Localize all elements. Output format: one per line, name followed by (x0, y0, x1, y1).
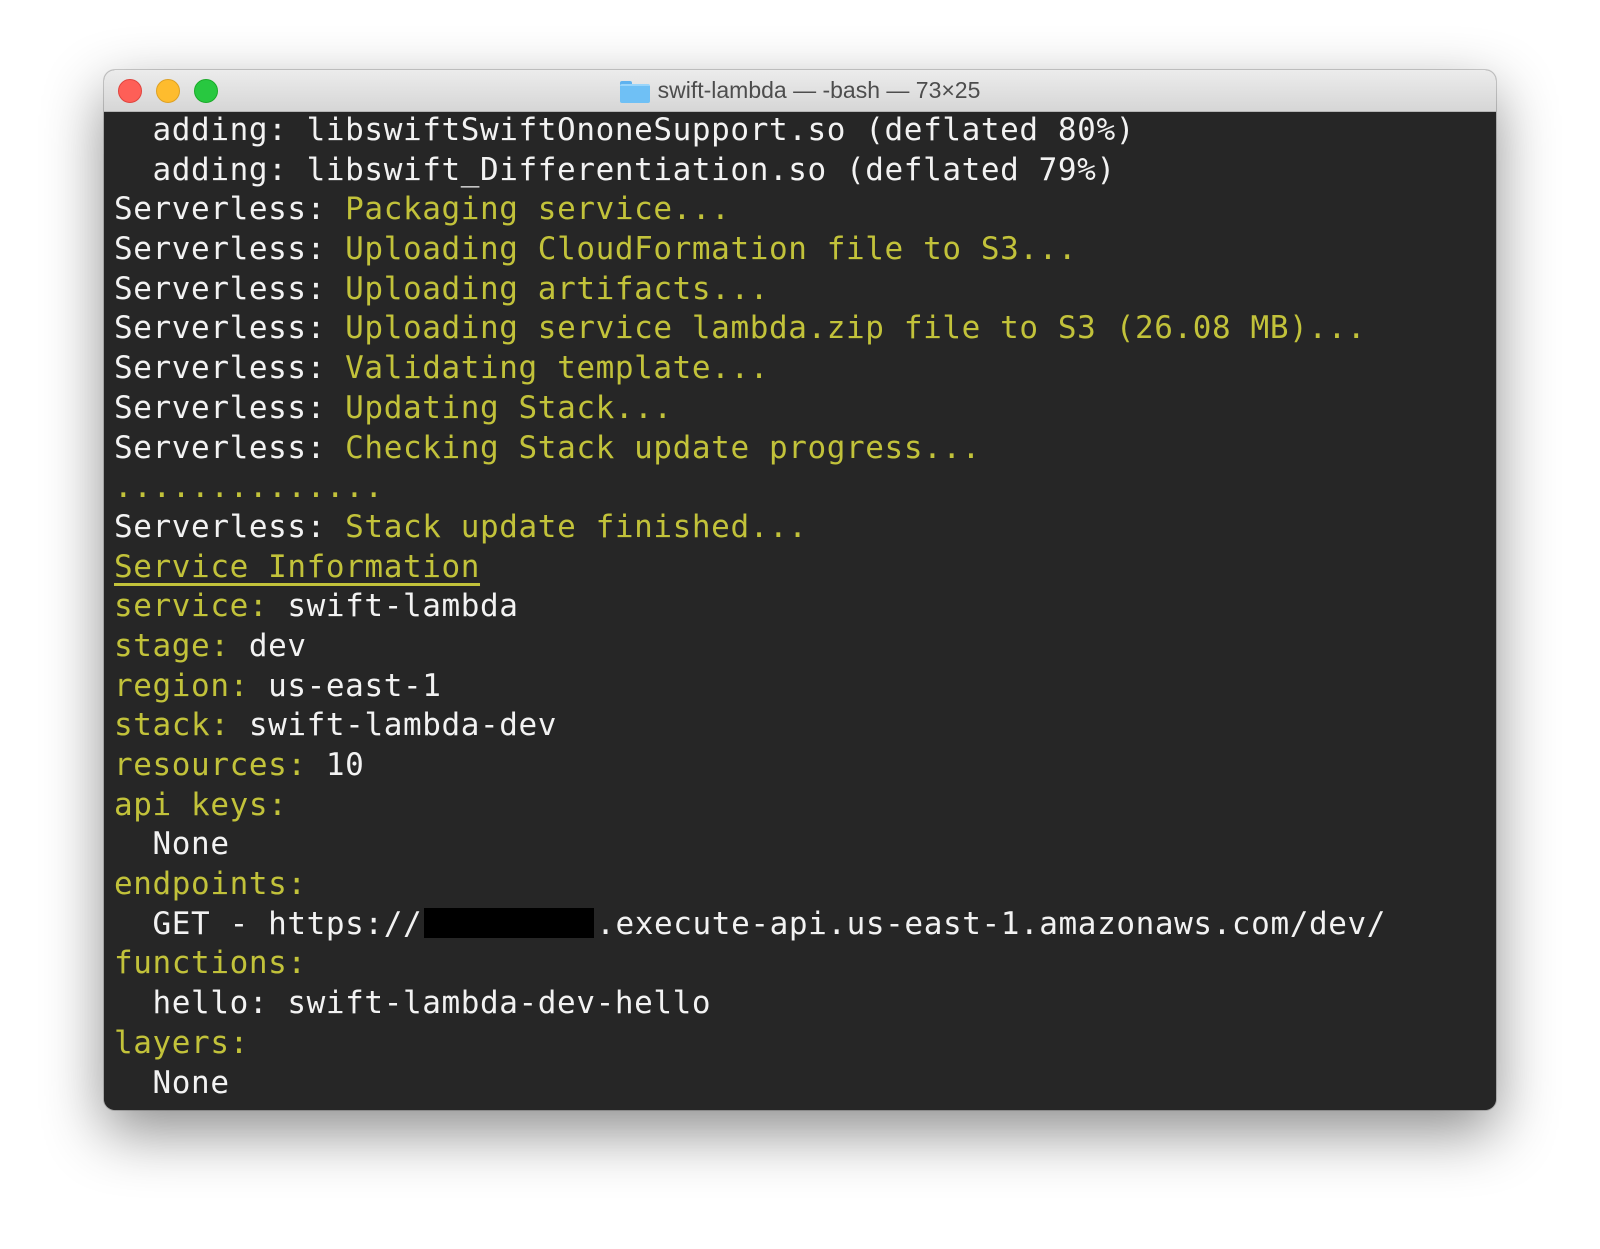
output-line-serverless: Serverless: Uploading service lambda.zip… (114, 309, 1496, 349)
info-key: resources: (114, 747, 307, 783)
serverless-message: Validating template... (345, 350, 769, 387)
output-line-serverless: Serverless: Stack update finished... (114, 508, 1496, 548)
info-value: swift-lambda (268, 588, 519, 625)
info-value: dev (229, 627, 307, 664)
info-endpoints: endpoints: (114, 866, 307, 903)
output-line-serverless: Serverless: Checking Stack update progre… (114, 429, 1496, 469)
serverless-prefix: Serverless: (114, 508, 346, 545)
endpoint-suffix: .execute-api.us-east-1.amazonaws.com/dev… (596, 905, 1387, 942)
progress-dots: .............. (114, 469, 384, 506)
info-key: stage: (114, 627, 230, 664)
endpoint-prefix: GET - https:// (114, 905, 423, 942)
info-api-keys: api keys: (114, 786, 288, 823)
serverless-prefix: Serverless: (114, 429, 346, 466)
info-service: service: swift-lambda (114, 587, 1496, 627)
serverless-message: Uploading CloudFormation file to S3... (345, 231, 1078, 268)
folder-icon (619, 80, 650, 103)
serverless-message: Uploading artifacts... (345, 270, 769, 307)
title-bar[interactable]: swift-lambda — -bash — 73×25 (104, 70, 1496, 112)
endpoint-url[interactable]: GET - https:// .execute-api.us-east-1.ama… (114, 905, 1496, 945)
function-entry: hello: swift-lambda-dev-hello (114, 985, 712, 1022)
serverless-prefix: Serverless: (114, 389, 346, 426)
info-value: 10 (306, 747, 365, 783)
serverless-message: Checking Stack update progress... (345, 429, 981, 466)
info-resources: resources: 10 (114, 746, 1496, 786)
serverless-message: Packaging service... (345, 191, 731, 228)
info-region: region: us-east-1 (114, 667, 1496, 707)
output-line-adding-2: adding: libswift_Differentiation.so (def… (114, 151, 1116, 188)
info-layers-value: None (114, 1064, 230, 1101)
window-title: swift-lambda — -bash — 73×25 (104, 70, 1496, 111)
info-key: region: (114, 667, 249, 704)
serverless-prefix: Serverless: (114, 231, 346, 268)
info-layers: layers: (114, 1024, 249, 1061)
output-line-serverless: Serverless: Uploading artifacts... (114, 270, 1496, 310)
info-stage: stage: dev (114, 627, 1496, 667)
serverless-message: Stack update finished... (345, 508, 808, 545)
serverless-message: Updating Stack... (345, 389, 673, 426)
serverless-prefix: Serverless: (114, 310, 346, 347)
service-info-heading: Service Information (114, 548, 481, 585)
output-line-serverless: Serverless: Uploading CloudFormation fil… (114, 230, 1496, 270)
serverless-prefix: Serverless: (114, 350, 346, 387)
terminal-output[interactable]: adding: libswiftSwiftOnoneSupport.so (de… (104, 112, 1496, 1110)
serverless-prefix: Serverless: (114, 270, 346, 307)
serverless-prefix: Serverless: (114, 191, 346, 228)
info-api-keys-value: None (114, 826, 230, 863)
output-line-serverless: Serverless: Updating Stack... (114, 389, 1496, 429)
info-value: swift-lambda-dev (229, 707, 558, 744)
info-stack: stack: swift-lambda-dev (114, 706, 1496, 746)
terminal-window: swift-lambda — -bash — 73×25 adding: lib… (104, 70, 1496, 1110)
info-functions: functions: (114, 945, 307, 982)
output-line-adding-1: adding: libswiftSwiftOnoneSupport.so (de… (114, 112, 1135, 148)
info-key: service: (114, 588, 269, 625)
info-key: stack: (114, 707, 230, 744)
output-line-serverless: Serverless: Validating template... (114, 349, 1496, 389)
output-line-serverless: Serverless: Packaging service... (114, 190, 1496, 230)
serverless-message: Uploading service lambda.zip file to S3 … (345, 310, 1367, 347)
window-title-text: swift-lambda — -bash — 73×25 (657, 77, 981, 103)
info-value: us-east-1 (248, 667, 442, 704)
redaction-block (424, 907, 595, 938)
